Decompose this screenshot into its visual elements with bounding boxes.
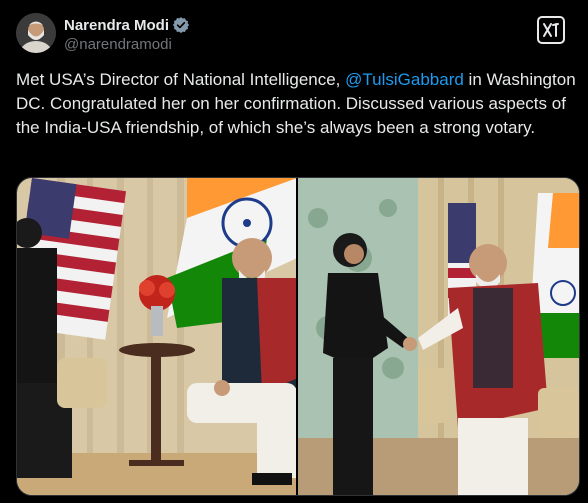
avatar[interactable] bbox=[16, 13, 56, 53]
mention-link[interactable]: @TulsiGabbard bbox=[345, 70, 464, 89]
handshake-image bbox=[298, 178, 579, 495]
meeting-seated-photo[interactable] bbox=[17, 178, 298, 495]
verified-badge-icon bbox=[172, 17, 190, 34]
tweet-header: Narendra Modi @narendramodi bbox=[16, 13, 572, 57]
author-handle[interactable]: @narendramodi bbox=[64, 36, 190, 53]
author-display-name[interactable]: Narendra Modi bbox=[64, 17, 169, 34]
avatar-image bbox=[16, 13, 56, 53]
grok-logo-icon[interactable] bbox=[537, 16, 565, 44]
tweet-text: Met USA’s Director of National Intellige… bbox=[16, 68, 576, 140]
tweet-text-part-1: Met USA’s Director of National Intellige… bbox=[16, 70, 346, 89]
handshake-photo[interactable] bbox=[298, 178, 579, 495]
media-grid bbox=[16, 177, 580, 496]
meeting-seated-image bbox=[17, 178, 296, 495]
